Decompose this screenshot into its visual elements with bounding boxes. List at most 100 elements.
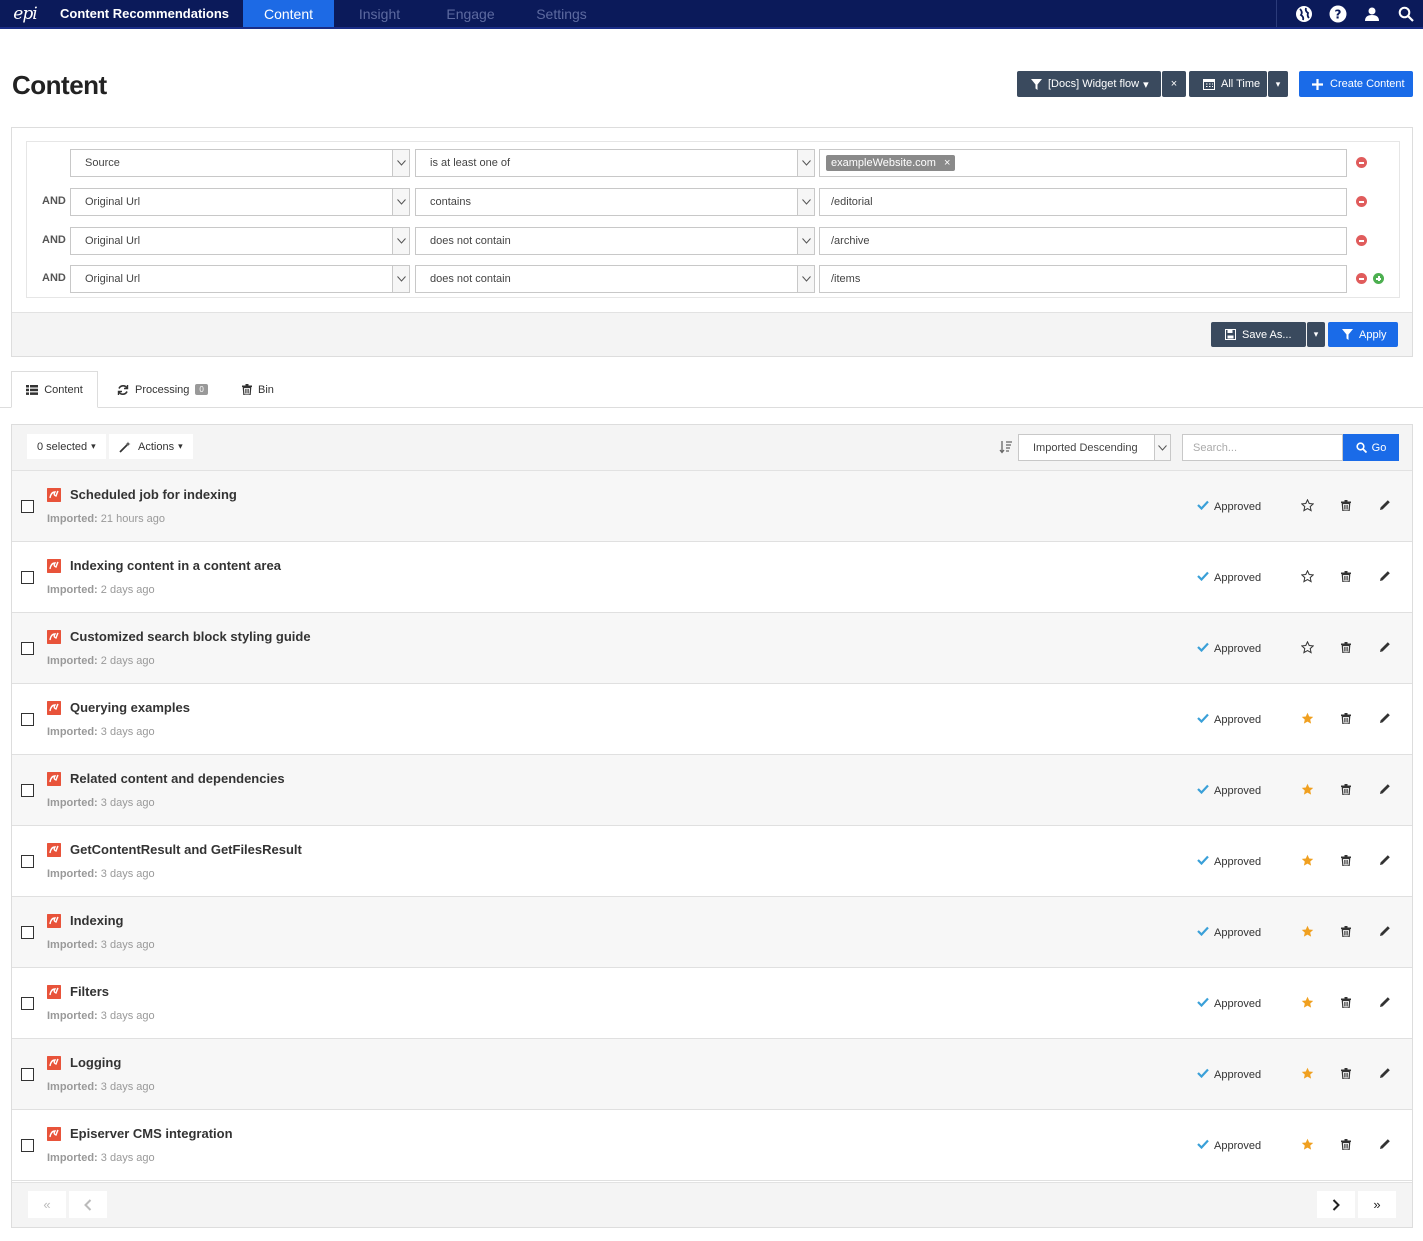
star-icon[interactable] [1299, 639, 1315, 655]
filter-field-select[interactable]: Original Url [70, 265, 410, 293]
next-page-button[interactable] [1317, 1191, 1355, 1218]
table-row[interactable]: Indexing Imported: 3 days ago Approved [12, 897, 1412, 968]
trash-icon[interactable] [1338, 852, 1354, 868]
trash-icon[interactable] [1338, 639, 1354, 655]
row-title[interactable]: Querying examples [70, 700, 190, 715]
add-rule-icon[interactable] [1373, 273, 1384, 284]
chip-remove-icon[interactable]: × [944, 157, 950, 169]
star-filled-icon[interactable] [1299, 1065, 1315, 1081]
trash-icon[interactable] [1338, 923, 1354, 939]
trash-icon[interactable] [1338, 710, 1354, 726]
remove-rule-icon[interactable] [1356, 157, 1367, 168]
table-row[interactable]: Episerver CMS integration Imported: 3 day… [12, 1110, 1412, 1181]
filter-operator-select[interactable]: contains [415, 188, 815, 216]
row-checkbox[interactable] [21, 926, 34, 939]
edit-icon[interactable] [1377, 568, 1393, 584]
star-filled-icon[interactable] [1299, 1136, 1315, 1152]
time-range-caret-icon[interactable]: ▾ [1268, 71, 1288, 97]
edit-icon[interactable] [1377, 781, 1393, 797]
prev-page-button[interactable] [69, 1191, 107, 1218]
table-row[interactable]: Logging Imported: 3 days ago Approved [12, 1039, 1412, 1110]
trash-icon[interactable] [1338, 568, 1354, 584]
table-row[interactable]: Filters Imported: 3 days ago Approved [12, 968, 1412, 1039]
row-title[interactable]: Related content and dependencies [70, 771, 285, 786]
edit-icon[interactable] [1377, 994, 1393, 1010]
filter-operator-select[interactable]: is at least one of [415, 149, 815, 177]
edit-icon[interactable] [1377, 1065, 1393, 1081]
filter-operator-select[interactable]: does not contain [415, 265, 815, 293]
trash-icon[interactable] [1338, 781, 1354, 797]
trash-icon[interactable] [1338, 994, 1354, 1010]
help-icon[interactable]: ? [1321, 0, 1355, 28]
table-row[interactable]: Querying examples Imported: 3 days ago App… [12, 684, 1412, 755]
row-checkbox[interactable] [21, 500, 34, 513]
row-checkbox[interactable] [21, 1068, 34, 1081]
row-checkbox[interactable] [21, 997, 34, 1010]
row-title[interactable]: Indexing content in a content area [70, 558, 281, 573]
first-page-button[interactable]: « [28, 1191, 66, 1218]
tab-processing[interactable]: Processing 0 [117, 371, 208, 408]
save-caret-icon[interactable]: ▾ [1307, 322, 1325, 347]
edit-icon[interactable] [1377, 852, 1393, 868]
nav-tab-engage[interactable]: Engage [425, 0, 516, 27]
filter-value-input[interactable]: /editorial [819, 188, 1347, 216]
search-icon[interactable] [1389, 0, 1423, 28]
star-filled-icon[interactable] [1299, 852, 1315, 868]
star-icon[interactable] [1299, 568, 1315, 584]
filter-field-select[interactable]: Original Url [70, 188, 410, 216]
table-row[interactable]: Indexing content in a content area Import… [12, 542, 1412, 613]
time-range-button[interactable]: All Time [1189, 71, 1267, 97]
remove-rule-icon[interactable] [1356, 235, 1367, 246]
star-filled-icon[interactable] [1299, 781, 1315, 797]
row-checkbox[interactable] [21, 571, 34, 584]
nav-tab-settings[interactable]: Settings [516, 0, 607, 27]
search-input[interactable] [1182, 434, 1343, 461]
tab-bin[interactable]: Bin [242, 371, 274, 408]
save-as-button[interactable]: Save As... [1211, 322, 1306, 347]
row-title[interactable]: Scheduled job for indexing [70, 487, 237, 502]
row-title[interactable]: Filters [70, 984, 109, 999]
table-row[interactable]: Customized search block styling guide Imp… [12, 613, 1412, 684]
row-title[interactable]: Logging [70, 1055, 121, 1070]
star-icon[interactable] [1299, 497, 1315, 513]
edit-icon[interactable] [1377, 639, 1393, 655]
edit-icon[interactable] [1377, 923, 1393, 939]
filter-value-input[interactable]: /items [819, 265, 1347, 293]
filter-field-select[interactable]: Original Url [70, 227, 410, 255]
last-page-button[interactable]: » [1358, 1191, 1396, 1218]
star-filled-icon[interactable] [1299, 923, 1315, 939]
edit-icon[interactable] [1377, 710, 1393, 726]
row-checkbox[interactable] [21, 855, 34, 868]
table-row[interactable]: Related content and dependencies Imported… [12, 755, 1412, 826]
sort-icon[interactable] [999, 440, 1013, 457]
filter-value-tags[interactable]: exampleWebsite.com × [819, 149, 1347, 177]
actions-dropdown[interactable]: Actions ▾ [109, 434, 193, 459]
nav-tab-insight[interactable]: Insight [334, 0, 425, 27]
remove-rule-icon[interactable] [1356, 196, 1367, 207]
tab-content[interactable]: Content [11, 371, 98, 408]
epi-logo[interactable]: epi [0, 0, 50, 27]
row-title[interactable]: Episerver CMS integration [70, 1126, 233, 1141]
nav-tab-content[interactable]: Content [243, 0, 334, 27]
star-filled-icon[interactable] [1299, 994, 1315, 1010]
filter-value-input[interactable]: /archive [819, 227, 1347, 255]
star-filled-icon[interactable] [1299, 710, 1315, 726]
trash-icon[interactable] [1338, 497, 1354, 513]
row-title[interactable]: GetContentResult and GetFilesResult [70, 842, 302, 857]
edit-icon[interactable] [1377, 1136, 1393, 1152]
app-brand[interactable]: Content Recommendations [50, 0, 243, 27]
create-content-button[interactable]: Create Content [1299, 71, 1413, 97]
row-checkbox[interactable] [21, 1139, 34, 1152]
clear-filter-button[interactable]: × [1162, 71, 1186, 97]
search-go-button[interactable]: Go [1343, 434, 1399, 461]
row-title[interactable]: Customized search block styling guide [70, 629, 311, 644]
row-checkbox[interactable] [21, 784, 34, 797]
trash-icon[interactable] [1338, 1136, 1354, 1152]
row-checkbox[interactable] [21, 642, 34, 655]
user-icon[interactable] [1355, 0, 1389, 28]
row-checkbox[interactable] [21, 713, 34, 726]
table-row[interactable]: GetContentResult and GetFilesResult Impor… [12, 826, 1412, 897]
filter-field-select[interactable]: Source [70, 149, 410, 177]
selection-dropdown[interactable]: 0 selected ▾ [27, 434, 106, 459]
trash-icon[interactable] [1338, 1065, 1354, 1081]
